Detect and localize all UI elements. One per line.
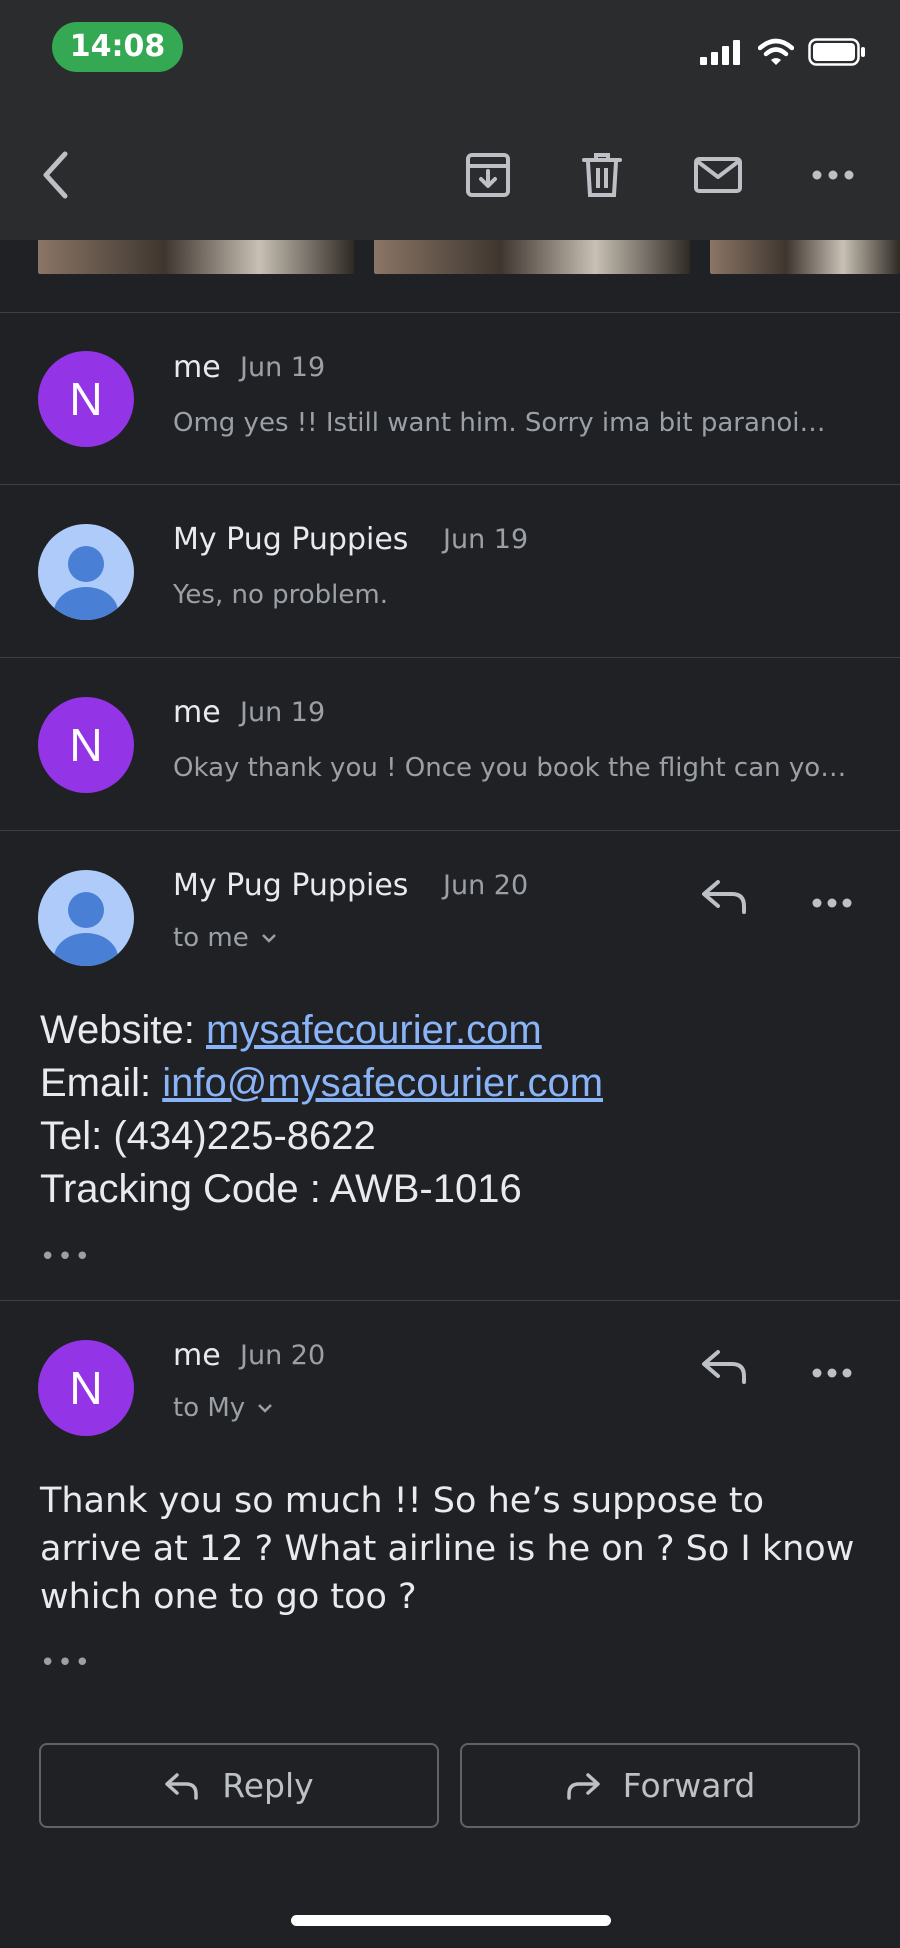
avatar: N [38, 351, 134, 447]
reply-label: Reply [222, 1766, 314, 1805]
divider [0, 484, 900, 485]
email-label: Email: [40, 1061, 163, 1105]
reply-icon-button[interactable] [700, 876, 750, 920]
more-horizontal-icon [812, 170, 854, 180]
divider [0, 312, 900, 313]
message-date: Jun 19 [443, 524, 529, 555]
recipients-toggle[interactable]: to me [173, 923, 277, 953]
message-date: Jun 20 [240, 1340, 326, 1371]
home-indicator[interactable] [291, 1915, 611, 1926]
archive-button[interactable] [460, 145, 516, 205]
recipients-label: to My [173, 1393, 246, 1423]
message-more-button[interactable] [812, 893, 852, 912]
recipients-label: to me [173, 923, 249, 953]
message-date: Jun 20 [443, 870, 529, 901]
attachment-image[interactable] [38, 240, 354, 274]
reply-icon [165, 1772, 199, 1800]
message-body: Website: mysafecourier.com Email: info@m… [40, 1004, 603, 1216]
reply-icon [702, 880, 746, 914]
delete-button[interactable] [574, 145, 630, 205]
phone-line[interactable]: Tel: (434)225-8622 [40, 1110, 603, 1163]
more-horizontal-icon [812, 1368, 852, 1378]
mark-unread-button[interactable] [690, 145, 746, 205]
message-date: Jun 19 [240, 352, 326, 383]
tracking-line: Tracking Code : AWB-1016 [40, 1167, 522, 1211]
email-line: Email: info@mysafecourier.com [40, 1057, 603, 1110]
mail-icon [694, 157, 742, 193]
chevron-down-icon [261, 934, 276, 943]
reply-icon [702, 1350, 746, 1384]
wifi-icon [758, 38, 794, 65]
avatar: N [38, 1340, 134, 1436]
reply-icon-button[interactable] [700, 1346, 750, 1390]
avatar: N [38, 697, 134, 793]
website-line: Website: mysafecourier.com [40, 1004, 603, 1057]
attachment-image[interactable] [374, 240, 690, 274]
website-link[interactable]: mysafecourier.com [206, 1008, 542, 1052]
message-more-button[interactable] [812, 1363, 852, 1382]
divider [0, 830, 900, 831]
show-trimmed-content[interactable]: ••• [40, 1648, 92, 1678]
status-icons [700, 38, 866, 66]
attachment-image[interactable] [710, 240, 900, 274]
trash-icon [582, 153, 622, 197]
chevron-down-icon [258, 1404, 273, 1413]
forward-label: Forward [622, 1766, 756, 1805]
status-time: 14:08 [52, 22, 183, 72]
more-horizontal-icon [812, 898, 852, 908]
website-label: Website: [40, 1008, 206, 1052]
sender-name: me [173, 350, 221, 385]
avatar [38, 870, 134, 966]
sender-name: My Pug Puppies [173, 522, 409, 557]
chevron-left-icon [43, 151, 68, 199]
battery-icon [808, 38, 865, 66]
email-link[interactable]: info@mysafecourier.com [162, 1061, 603, 1105]
sender-name: me [173, 695, 221, 730]
message-snippet: Yes, no problem. [173, 580, 388, 610]
signal-icon [700, 40, 740, 65]
show-trimmed-content[interactable]: ••• [40, 1242, 92, 1272]
message-body: Thank you so much !! So he’s suppose to … [40, 1481, 855, 1617]
divider [0, 1300, 900, 1301]
reply-button[interactable]: Reply [39, 1743, 439, 1828]
back-button[interactable] [30, 145, 80, 205]
forward-button[interactable]: Forward [460, 1743, 860, 1828]
top-app-bar: 14:08 [0, 0, 900, 240]
sender-name: me [173, 1338, 221, 1373]
avatar [38, 524, 134, 620]
forward-icon [566, 1772, 600, 1800]
attachment-thumbnails [0, 240, 900, 274]
sender-name: My Pug Puppies [173, 868, 409, 903]
archive-icon [466, 153, 510, 197]
person-icon [68, 892, 104, 928]
recipients-toggle[interactable]: to My [173, 1393, 273, 1423]
person-icon [68, 546, 104, 582]
more-options-button[interactable] [808, 145, 858, 205]
message-date: Jun 19 [240, 697, 326, 728]
message-snippet: Omg yes !! Istill want him. Sorry ima bi… [173, 408, 838, 438]
divider [0, 657, 900, 658]
message-snippet: Okay thank you ! Once you book the fligh… [173, 753, 850, 783]
